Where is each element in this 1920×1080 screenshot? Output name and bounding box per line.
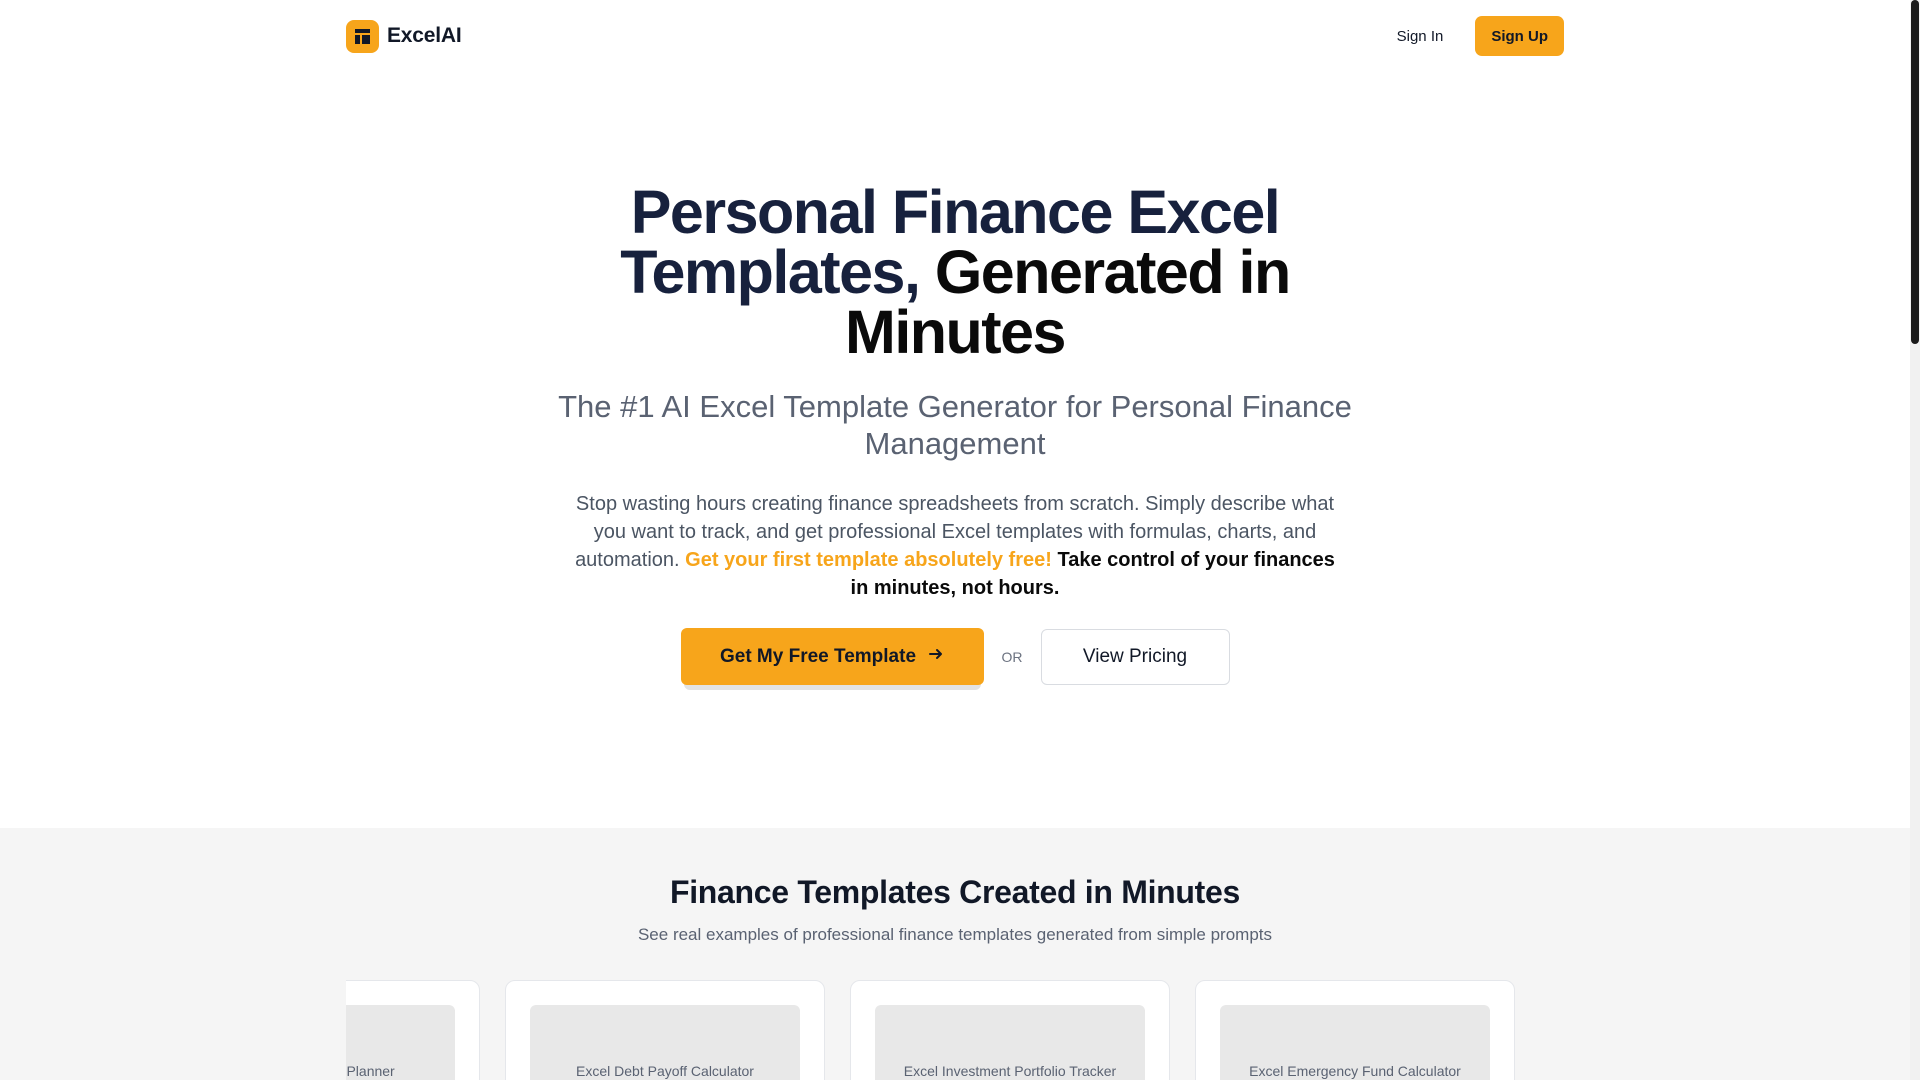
header-nav: Sign In Sign Up	[1397, 16, 1564, 56]
template-card-label: Excel Emergency Fund Calculator	[1249, 1063, 1461, 1079]
primary-cta-wrap: Get My Free Template	[680, 628, 984, 690]
view-pricing-button[interactable]: View Pricing	[1040, 628, 1230, 685]
examples-subtitle: See real examples of professional financ…	[637, 925, 1273, 944]
template-thumbnail: Excel Emergency Fund Calculator	[1220, 1005, 1490, 1080]
page-scrollbar[interactable]	[1910, 0, 1920, 1080]
get-free-template-label: Get My Free Template	[719, 645, 917, 667]
hero-title: Personal Finance Excel Templates, Genera…	[575, 182, 1335, 363]
scrollbar-thumb[interactable]	[1911, 0, 1919, 344]
template-card[interactable]: Monthly Budget Planner	[346, 980, 480, 1080]
sign-up-button[interactable]: Sign Up	[1475, 16, 1564, 56]
cta-row: Get My Free Template OR View Pricing	[0, 628, 1910, 690]
hero-desc-highlight: Get your first template absolutely free!	[685, 549, 1052, 571]
template-thumbnail: Excel Investment Portfolio Tracker	[875, 1005, 1145, 1080]
brand-name: ExcelAI	[387, 24, 462, 47]
hero-description: Stop wasting hours creating finance spre…	[565, 490, 1345, 602]
examples-title: Finance Templates Created in Minutes	[669, 874, 1241, 910]
site-header: ExcelAI Sign In Sign Up	[346, 16, 1564, 56]
hero-subtitle: The #1 AI Excel Template Generator for P…	[558, 389, 1352, 461]
arrow-right-icon	[928, 646, 944, 668]
template-card[interactable]: Excel Investment Portfolio Tracker	[850, 980, 1170, 1080]
get-free-template-button[interactable]: Get My Free Template	[680, 628, 984, 685]
template-card-label: Excel Investment Portfolio Tracker	[903, 1063, 1117, 1079]
template-card-label: Excel Debt Payoff Calculator	[576, 1063, 754, 1079]
template-card[interactable]: Excel Emergency Fund Calculator	[1195, 980, 1515, 1080]
examples-section: Finance Templates Created in Minutes See…	[0, 828, 1910, 1080]
or-separator: OR	[1001, 648, 1023, 665]
template-card-label: Monthly Budget Planner	[346, 1063, 395, 1079]
template-logo-icon	[346, 19, 379, 53]
template-thumbnail: Excel Debt Payoff Calculator	[530, 1005, 800, 1080]
template-thumbnail: Monthly Budget Planner	[346, 1005, 455, 1080]
carousel-track: Monthly Budget Planner Excel Debt Payoff…	[346, 980, 1515, 1080]
page: ExcelAI Sign In Sign Up Personal Finance…	[0, 0, 1910, 1080]
template-carousel: Monthly Budget Planner Excel Debt Payoff…	[346, 980, 1564, 1080]
brand[interactable]: ExcelAI	[346, 19, 462, 53]
hero-section: Personal Finance Excel Templates, Genera…	[0, 170, 1910, 602]
template-card[interactable]: Excel Debt Payoff Calculator	[505, 980, 825, 1080]
sign-in-link[interactable]: Sign In	[1397, 28, 1444, 45]
